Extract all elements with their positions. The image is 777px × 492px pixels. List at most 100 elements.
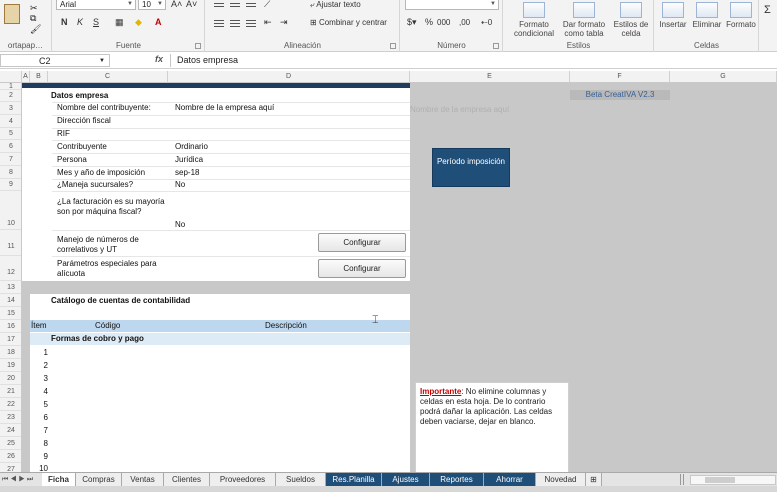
catalog-item-number[interactable]: 9 bbox=[36, 452, 48, 462]
tab-ahorrar[interactable]: Ahorrar bbox=[484, 473, 536, 486]
catalog-title[interactable]: Catálogo de cuentas de contabilidad bbox=[51, 296, 190, 306]
format-button[interactable]: Formato bbox=[725, 2, 757, 29]
column-header-d[interactable]: D bbox=[168, 71, 410, 83]
row-header[interactable]: 15 bbox=[0, 307, 21, 320]
catalog-header-item[interactable]: Ítem bbox=[31, 321, 47, 331]
row-header[interactable]: 16 bbox=[0, 320, 21, 333]
row-header[interactable]: 10 bbox=[0, 191, 21, 230]
row-header[interactable]: 8 bbox=[0, 166, 21, 179]
alignment-dialog-launcher[interactable] bbox=[390, 43, 396, 49]
row-header[interactable]: 6 bbox=[0, 140, 21, 153]
decrease-decimal-icon[interactable]: ⇠0 bbox=[481, 17, 492, 28]
decrease-indent-icon[interactable]: ⇤ bbox=[264, 17, 272, 28]
column-header-a[interactable]: A bbox=[22, 71, 30, 83]
percent-button[interactable]: % bbox=[425, 17, 433, 28]
tab-proveedores[interactable]: Proveedores bbox=[210, 473, 276, 486]
field-value[interactable]: Jurídica bbox=[175, 155, 203, 165]
formula-input[interactable]: Datos empresa bbox=[170, 54, 777, 67]
row-header[interactable]: 4 bbox=[0, 115, 21, 128]
paste-icon[interactable] bbox=[4, 4, 20, 24]
align-left-icon[interactable] bbox=[214, 20, 224, 28]
section-title[interactable]: Datos empresa bbox=[51, 91, 108, 101]
fx-icon[interactable]: fx bbox=[155, 54, 163, 64]
horizontal-scrollbar[interactable] bbox=[690, 475, 776, 485]
scroll-thumb[interactable] bbox=[705, 477, 735, 483]
column-header-e[interactable]: E bbox=[410, 71, 570, 83]
tab-compras[interactable]: Compras bbox=[76, 473, 122, 486]
format-as-table-button[interactable]: Dar formato como tabla bbox=[560, 2, 608, 38]
row-header[interactable]: 12 bbox=[0, 256, 21, 281]
font-dialog-launcher[interactable] bbox=[195, 43, 201, 49]
bold-button[interactable]: N bbox=[61, 17, 68, 28]
insert-button[interactable]: Insertar bbox=[657, 2, 689, 29]
field-value[interactable]: Ordinario bbox=[175, 142, 208, 152]
tab-ajustes[interactable]: Ajustes bbox=[382, 473, 430, 486]
tab-ficha[interactable]: Ficha bbox=[42, 473, 76, 486]
row-header[interactable]: 21 bbox=[0, 385, 21, 398]
align-bottom-icon[interactable] bbox=[246, 3, 256, 11]
name-box[interactable]: C2 ▼ bbox=[0, 54, 110, 67]
catalog-header-description[interactable]: Descripción bbox=[265, 321, 307, 331]
font-color-icon[interactable]: A bbox=[155, 17, 162, 28]
tab-scroll-buttons[interactable]: ⏮◀▶⏭ bbox=[0, 473, 42, 486]
row-header[interactable]: 7 bbox=[0, 153, 21, 166]
column-header-f[interactable]: F bbox=[570, 71, 670, 83]
row-header[interactable]: 20 bbox=[0, 372, 21, 385]
column-header-g[interactable]: G bbox=[670, 71, 777, 83]
row-header[interactable]: 22 bbox=[0, 398, 21, 411]
next-sheet-icon[interactable]: ▶ bbox=[19, 476, 27, 483]
tab-clientes[interactable]: Clientes bbox=[164, 473, 210, 486]
column-header-c[interactable]: C bbox=[48, 71, 168, 83]
tab-res-planilla[interactable]: Res.Planilla bbox=[326, 473, 382, 486]
select-all-corner[interactable] bbox=[0, 71, 22, 83]
catalog-item-number[interactable]: 1 bbox=[36, 348, 48, 358]
tab-ventas[interactable]: Ventas bbox=[122, 473, 164, 486]
align-top-icon[interactable] bbox=[214, 3, 224, 11]
field-value[interactable]: No bbox=[175, 180, 185, 190]
configure-button[interactable]: Configurar bbox=[318, 233, 406, 252]
number-format-select[interactable]: ▼ bbox=[405, 0, 499, 10]
underline-button[interactable]: S bbox=[93, 17, 99, 28]
insert-sheet-icon[interactable]: ⊞ bbox=[586, 473, 602, 486]
thousands-button[interactable]: 000 bbox=[437, 17, 450, 28]
row-header[interactable]: 19 bbox=[0, 359, 21, 372]
fill-color-icon[interactable]: ◆ bbox=[135, 17, 142, 28]
align-middle-icon[interactable] bbox=[230, 3, 240, 11]
copy-icon[interactable]: ⧉ bbox=[30, 13, 36, 24]
row-header[interactable]: 2 bbox=[0, 90, 21, 102]
catalog-item-number[interactable]: 7 bbox=[36, 426, 48, 436]
row-header[interactable]: 17 bbox=[0, 333, 21, 346]
font-size-select[interactable]: 10 ▼ bbox=[138, 0, 166, 10]
catalog-item-number[interactable]: 5 bbox=[36, 400, 48, 410]
row-header[interactable]: 25 bbox=[0, 437, 21, 450]
row-header[interactable]: 11 bbox=[0, 230, 21, 256]
number-dialog-launcher[interactable] bbox=[493, 43, 499, 49]
configure-button[interactable]: Configurar bbox=[318, 259, 406, 278]
row-header[interactable]: 9 bbox=[0, 179, 21, 191]
row-header[interactable]: 13 bbox=[0, 281, 21, 294]
tab-splitter[interactable] bbox=[680, 474, 684, 485]
catalog-item-number[interactable]: 10 bbox=[36, 464, 48, 472]
merge-center-button[interactable]: ⊞ Combinar y centrar bbox=[310, 17, 387, 28]
format-painter-icon[interactable]: 🖌 bbox=[30, 24, 41, 35]
align-right-icon[interactable] bbox=[246, 20, 256, 28]
conditional-format-button[interactable]: Formato condicional bbox=[512, 2, 556, 38]
grow-font-icon[interactable]: A˄ bbox=[171, 0, 182, 10]
tab-reportes[interactable]: Reportes bbox=[430, 473, 484, 486]
cell-styles-button[interactable]: Estilos de celda bbox=[612, 2, 650, 38]
catalog-header-code[interactable]: Código bbox=[95, 321, 120, 331]
delete-button[interactable]: Eliminar bbox=[691, 2, 723, 29]
catalog-item-number[interactable]: 6 bbox=[36, 413, 48, 423]
prev-sheet-icon[interactable]: ◀ bbox=[10, 476, 18, 483]
row-header[interactable]: 24 bbox=[0, 424, 21, 437]
field-value[interactable]: No bbox=[175, 220, 185, 230]
font-name-select[interactable]: Arial ▼ bbox=[56, 0, 136, 10]
wrap-text-button[interactable]: ⤶ Ajustar texto bbox=[310, 0, 361, 10]
autosum-icon[interactable]: Σ bbox=[764, 4, 771, 16]
last-sheet-icon[interactable]: ⏭ bbox=[27, 476, 35, 483]
align-center-icon[interactable] bbox=[230, 20, 240, 28]
tab-novedad[interactable]: Novedad bbox=[536, 473, 586, 486]
increase-indent-icon[interactable]: ⇥ bbox=[280, 17, 288, 28]
row-header[interactable]: 1 bbox=[0, 83, 21, 90]
row-header[interactable]: 5 bbox=[0, 128, 21, 140]
